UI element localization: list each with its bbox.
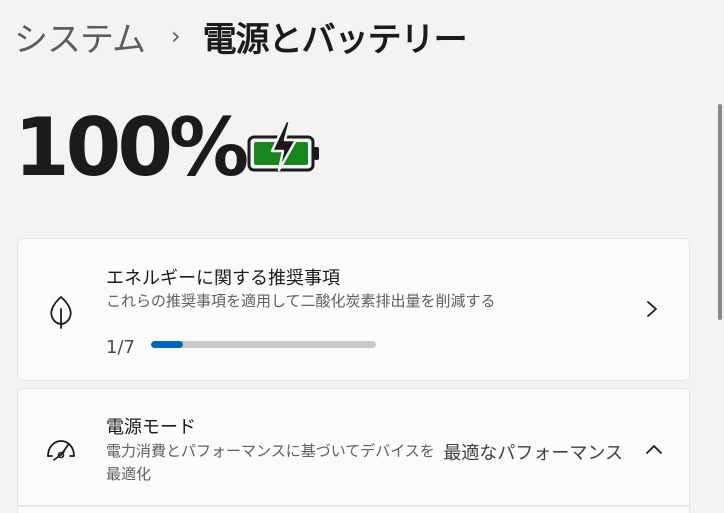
chevron-right-icon xyxy=(647,301,657,317)
battery-percentage: 100% xyxy=(14,101,249,194)
page-title: 電源とバッテリー xyxy=(202,19,468,60)
settings-page: システム › 電源とバッテリー 100% エネルギーに関する推奨事項 これらの推… xyxy=(0,0,724,513)
power-mode-dropdown[interactable]: 最適なパフォーマンス xyxy=(443,439,623,465)
power-mode-subtitle-line2: 最適化 xyxy=(106,465,152,483)
breadcrumb-parent-link[interactable]: システム xyxy=(14,12,146,61)
progress-bar-fill xyxy=(151,341,184,348)
battery-charging-icon xyxy=(247,119,319,172)
breadcrumb-separator-icon: › xyxy=(170,22,181,50)
progress-count: 1/7 xyxy=(106,337,135,358)
power-mode-card[interactable]: 電源モード 電力消費とパフォーマンスに基づいてデバイスを 最適化 最適なパフォー… xyxy=(17,388,690,506)
chevron-up-icon[interactable] xyxy=(645,443,663,455)
breadcrumb: システム › 電源とバッテリー xyxy=(14,8,468,64)
energy-recommendations-subtitle: これらの推奨事項を適用して二酸化炭素排出量を削減する xyxy=(106,292,496,310)
leaf-icon xyxy=(50,296,72,329)
power-mode-expanded-panel xyxy=(17,506,690,513)
power-mode-subtitle: 電力消費とパフォーマンスに基づいてデバイスを xyxy=(106,442,435,460)
speedometer-icon xyxy=(47,440,75,461)
scrollbar[interactable] xyxy=(718,104,722,320)
power-mode-title: 電源モード xyxy=(106,417,196,438)
progress-bar xyxy=(151,341,376,348)
energy-recommendations-card[interactable]: エネルギーに関する推奨事項 これらの推奨事項を適用して二酸化炭素排出量を削減する… xyxy=(17,238,690,381)
energy-recommendations-title: エネルギーに関する推奨事項 xyxy=(106,268,340,289)
